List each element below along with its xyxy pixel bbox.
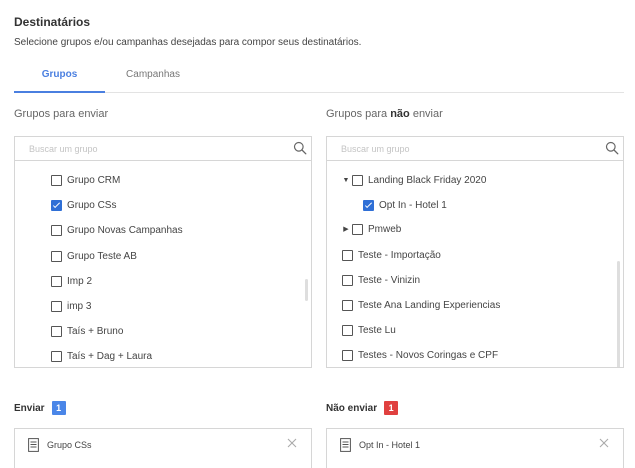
close-icon[interactable]	[287, 438, 297, 448]
list-item-label: Teste - Vinizin	[358, 274, 421, 286]
count-badge: 1	[51, 401, 66, 415]
list-item-grupo-crm[interactable]: Grupo CRM	[51, 171, 120, 189]
list-item-imp-3[interactable]: imp 3	[51, 297, 91, 315]
send-selected-box: Grupo CSs	[14, 428, 312, 468]
checkbox[interactable]	[342, 299, 353, 311]
list-item-tais-dag-laura[interactable]: Taís + Dag + Laura	[51, 347, 152, 365]
list-item-label: Testes - Novos Coringas e CPF	[358, 349, 499, 361]
list-item-label: Grupo Teste AB	[67, 250, 137, 262]
list-item-opt-in-hotel-1[interactable]: Opt In - Hotel 1	[363, 196, 447, 214]
list-item-label: Teste Ana Landing Experiencias	[358, 299, 501, 311]
exclude-groups-label: Grupos para não enviar	[326, 108, 443, 120]
send-groups-list: Grupo CRM Grupo CSs Grupo Novas Campanha…	[14, 161, 312, 368]
list-item-teste-ana-landing[interactable]: Teste Ana Landing Experiencias	[342, 296, 500, 314]
list-item-label: Taís + Dag + Laura	[67, 350, 153, 362]
checkbox[interactable]	[51, 250, 62, 262]
selected-item: Grupo CSs	[28, 438, 92, 452]
send-groups-search	[14, 136, 312, 161]
checkbox-checked[interactable]	[51, 199, 62, 211]
document-list-icon	[28, 438, 39, 452]
send-groups-search-input[interactable]	[15, 137, 289, 160]
search-icon[interactable]	[293, 141, 307, 155]
list-item-label: Grupo CRM	[67, 174, 121, 186]
list-item-grupo-teste-ab[interactable]: Grupo Teste AB	[51, 247, 137, 265]
list-item-label: Teste Lu	[358, 324, 396, 336]
selected-item: Opt In - Hotel 1	[340, 438, 420, 452]
checkbox[interactable]	[352, 223, 363, 235]
list-item-label: Imp 2	[67, 275, 93, 287]
list-item-teste-lu[interactable]: Teste Lu	[342, 321, 396, 339]
exclude-selected-box: Opt In - Hotel 1	[326, 428, 624, 468]
scrollbar[interactable]	[617, 261, 620, 367]
section-title: Destinatários	[14, 15, 91, 29]
list-item-imp-2[interactable]: Imp 2	[51, 272, 92, 290]
list-item-teste-importacao[interactable]: Teste - Importação	[342, 246, 441, 264]
checkbox[interactable]	[51, 325, 62, 337]
exclude-groups-list: ▼ Landing Black Friday 2020 Opt In - Hot…	[326, 161, 624, 368]
list-item-label: Grupo Novas Campanhas	[67, 224, 183, 236]
scrollbar[interactable]	[305, 279, 308, 301]
list-item-label: Opt In - Hotel 1	[379, 199, 447, 211]
checkbox-checked[interactable]	[363, 199, 374, 211]
list-item-tais-bruno[interactable]: Taís + Bruno	[51, 322, 123, 340]
selected-item-label: Grupo CSs	[47, 440, 92, 450]
checkbox[interactable]	[342, 349, 353, 361]
list-item-grupo-novas-campanhas[interactable]: Grupo Novas Campanhas	[51, 221, 183, 239]
list-item-label: Taís + Bruno	[67, 325, 124, 337]
close-icon[interactable]	[599, 438, 609, 448]
checkbox[interactable]	[51, 275, 62, 287]
send-selected-label: Enviar 1	[14, 401, 66, 415]
caret-right-icon[interactable]: ▶	[342, 225, 350, 233]
tab-campaigns[interactable]: Campanhas	[109, 60, 197, 91]
tab-bar: Grupos Campanhas	[14, 60, 624, 93]
section-subtitle: Selecione grupos e/ou campanhas desejada…	[14, 37, 362, 48]
checkbox[interactable]	[342, 249, 353, 261]
list-item-label: Pmweb	[368, 223, 402, 235]
list-item-teste-vinizin[interactable]: Teste - Vinizin	[342, 271, 420, 289]
selected-item-label: Opt In - Hotel 1	[359, 440, 421, 450]
checkbox[interactable]	[342, 324, 353, 336]
count-badge: 1	[384, 401, 399, 415]
list-item-label: imp 3	[67, 300, 92, 312]
checkbox[interactable]	[51, 300, 62, 312]
list-item-testes-novos-coringas[interactable]: Testes - Novos Coringas e CPF	[342, 346, 498, 364]
exclude-selected-label: Não enviar 1	[326, 401, 399, 415]
checkbox[interactable]	[51, 350, 62, 362]
list-item-landing-black-friday[interactable]: ▼ Landing Black Friday 2020	[342, 171, 486, 189]
list-item-grupo-css[interactable]: Grupo CSs	[51, 196, 116, 214]
list-item-label: Teste - Importação	[358, 249, 441, 261]
tab-groups[interactable]: Grupos	[14, 60, 105, 93]
checkbox[interactable]	[51, 174, 62, 186]
exclude-groups-search-input[interactable]	[327, 137, 601, 160]
checkbox[interactable]	[51, 224, 62, 236]
checkbox[interactable]	[342, 274, 353, 286]
checkbox[interactable]	[352, 174, 363, 186]
document-list-icon	[340, 438, 351, 452]
search-icon[interactable]	[605, 141, 619, 155]
list-item-label: Grupo CSs	[67, 199, 117, 211]
caret-down-icon[interactable]: ▼	[342, 177, 350, 184]
send-groups-label: Grupos para enviar	[14, 108, 109, 120]
list-item-label: Landing Black Friday 2020	[368, 174, 487, 186]
exclude-groups-search	[326, 136, 624, 161]
list-item-pmweb[interactable]: ▶ Pmweb	[342, 220, 401, 238]
